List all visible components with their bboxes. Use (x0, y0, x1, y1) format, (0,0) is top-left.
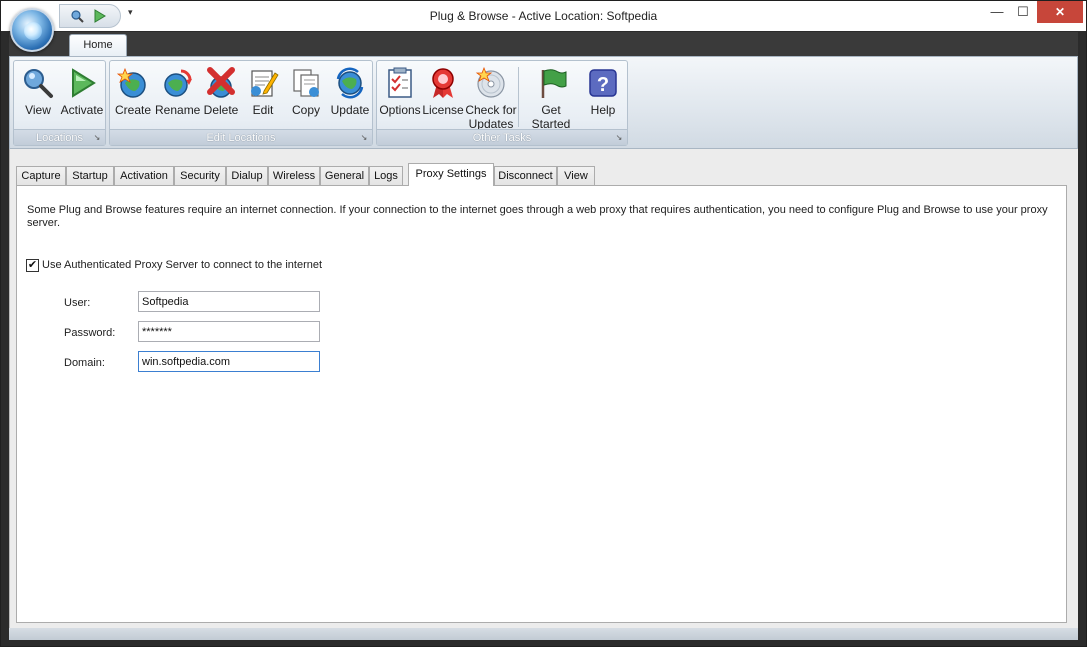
options-icon (388, 67, 412, 98)
use-proxy-label[interactable]: Use Authenticated Proxy Server to connec… (42, 259, 322, 271)
get-started-label: Get Started (531, 103, 571, 131)
activate-label: Activate (60, 103, 104, 117)
view-button[interactable]: View (18, 63, 58, 129)
help-button[interactable]: ? Help (583, 63, 623, 129)
edit-icon (251, 70, 279, 97)
ribbon-group-other-tasks: Options License Check for Updates Get St… (376, 60, 628, 146)
tab-security[interactable]: Security (174, 166, 226, 185)
update-label: Update (330, 103, 370, 117)
ribbon-tab-strip: Home (9, 32, 1078, 56)
check-for-updates-label: Check for Updates (465, 103, 517, 131)
options-button[interactable]: Options (379, 63, 421, 129)
proxy-settings-panel: Some Plug and Browse features require an… (16, 185, 1067, 623)
delete-label: Delete (203, 103, 239, 117)
activate-icon (72, 68, 96, 98)
edit-label: Edit (252, 103, 274, 117)
tab-activation[interactable]: Activation (114, 166, 174, 185)
copy-button[interactable]: Copy (285, 63, 327, 129)
copy-label: Copy (291, 103, 320, 117)
svg-text:?: ? (597, 74, 609, 96)
application-menu-button[interactable] (10, 8, 54, 52)
app-window: ▾ Plug & Browse - Active Location: Softp… (0, 0, 1087, 647)
get-started-icon (541, 69, 567, 98)
help-label: Help (590, 103, 616, 117)
license-label: License (422, 103, 464, 117)
rename-icon (164, 69, 192, 97)
license-button[interactable]: License (422, 63, 464, 129)
maximize-button[interactable]: ☐ (1009, 1, 1037, 23)
user-label: User: (64, 297, 91, 309)
delete-icon (207, 67, 235, 98)
tab-logs[interactable]: Logs (369, 166, 403, 185)
dialog-launcher-icon[interactable]: ↘ (614, 133, 624, 143)
tab-wireless[interactable]: Wireless (268, 166, 320, 185)
group-caption-other-tasks: Other Tasks (377, 129, 627, 145)
rename-label: Rename (155, 103, 201, 117)
help-icon: ? (589, 69, 617, 97)
create-label: Create (114, 103, 152, 117)
tab-general[interactable]: General (320, 166, 369, 185)
ribbon-tab-home[interactable]: Home (69, 34, 127, 56)
tab-disconnect[interactable]: Disconnect (494, 166, 557, 185)
create-icon (117, 67, 146, 98)
dialog-launcher-icon[interactable]: ↘ (359, 133, 369, 143)
ribbon-group-locations: View Activate Locations ↘ (13, 60, 106, 146)
close-button[interactable]: ✕ (1037, 1, 1083, 23)
view-icon (24, 69, 53, 98)
group-separator (518, 67, 519, 127)
check-updates-icon (475, 67, 505, 98)
get-started-button[interactable]: Get Started (521, 63, 581, 131)
password-label: Password: (64, 327, 116, 339)
view-label: View (25, 103, 51, 117)
dialog-launcher-icon[interactable]: ↘ (92, 133, 102, 143)
domain-field[interactable] (138, 351, 320, 372)
ribbon-group-edit-locations: Create Rename Delete Edit Copy Update Ed… (109, 60, 373, 146)
domain-label: Domain: (64, 357, 105, 369)
copy-icon (293, 69, 319, 97)
password-field[interactable] (138, 321, 320, 342)
create-button[interactable]: Create (113, 63, 153, 129)
delete-button[interactable]: Delete (201, 63, 241, 129)
tab-capture[interactable]: Capture (16, 166, 66, 185)
user-field[interactable] (138, 291, 320, 312)
activate-button[interactable]: Activate (60, 63, 104, 129)
rename-button[interactable]: Rename (155, 63, 201, 129)
update-icon (336, 67, 364, 99)
edit-button[interactable]: Edit (243, 63, 283, 129)
proxy-intro-text: Some Plug and Browse features require an… (27, 204, 1048, 229)
tab-view[interactable]: View (557, 166, 595, 185)
ribbon: View Activate Locations ↘ Create Rename … (9, 56, 1078, 149)
group-caption-edit-locations: Edit Locations (110, 129, 372, 145)
title-bar: ▾ Plug & Browse - Active Location: Softp… (1, 1, 1086, 31)
tab-startup[interactable]: Startup (66, 166, 114, 185)
minimize-button[interactable]: — (983, 1, 1011, 23)
options-label: Options (379, 103, 421, 117)
content-area: Capture Startup Activation Security Dial… (9, 149, 1078, 628)
license-icon (432, 68, 454, 98)
use-proxy-checkbox[interactable]: ✔ (26, 259, 39, 272)
window-title: Plug & Browse - Active Location: Softped… (429, 9, 658, 23)
tab-proxy-settings[interactable]: Proxy Settings (408, 163, 494, 186)
status-bar (9, 628, 1078, 640)
update-button[interactable]: Update (328, 63, 372, 129)
tab-dialup[interactable]: Dialup (226, 166, 268, 185)
